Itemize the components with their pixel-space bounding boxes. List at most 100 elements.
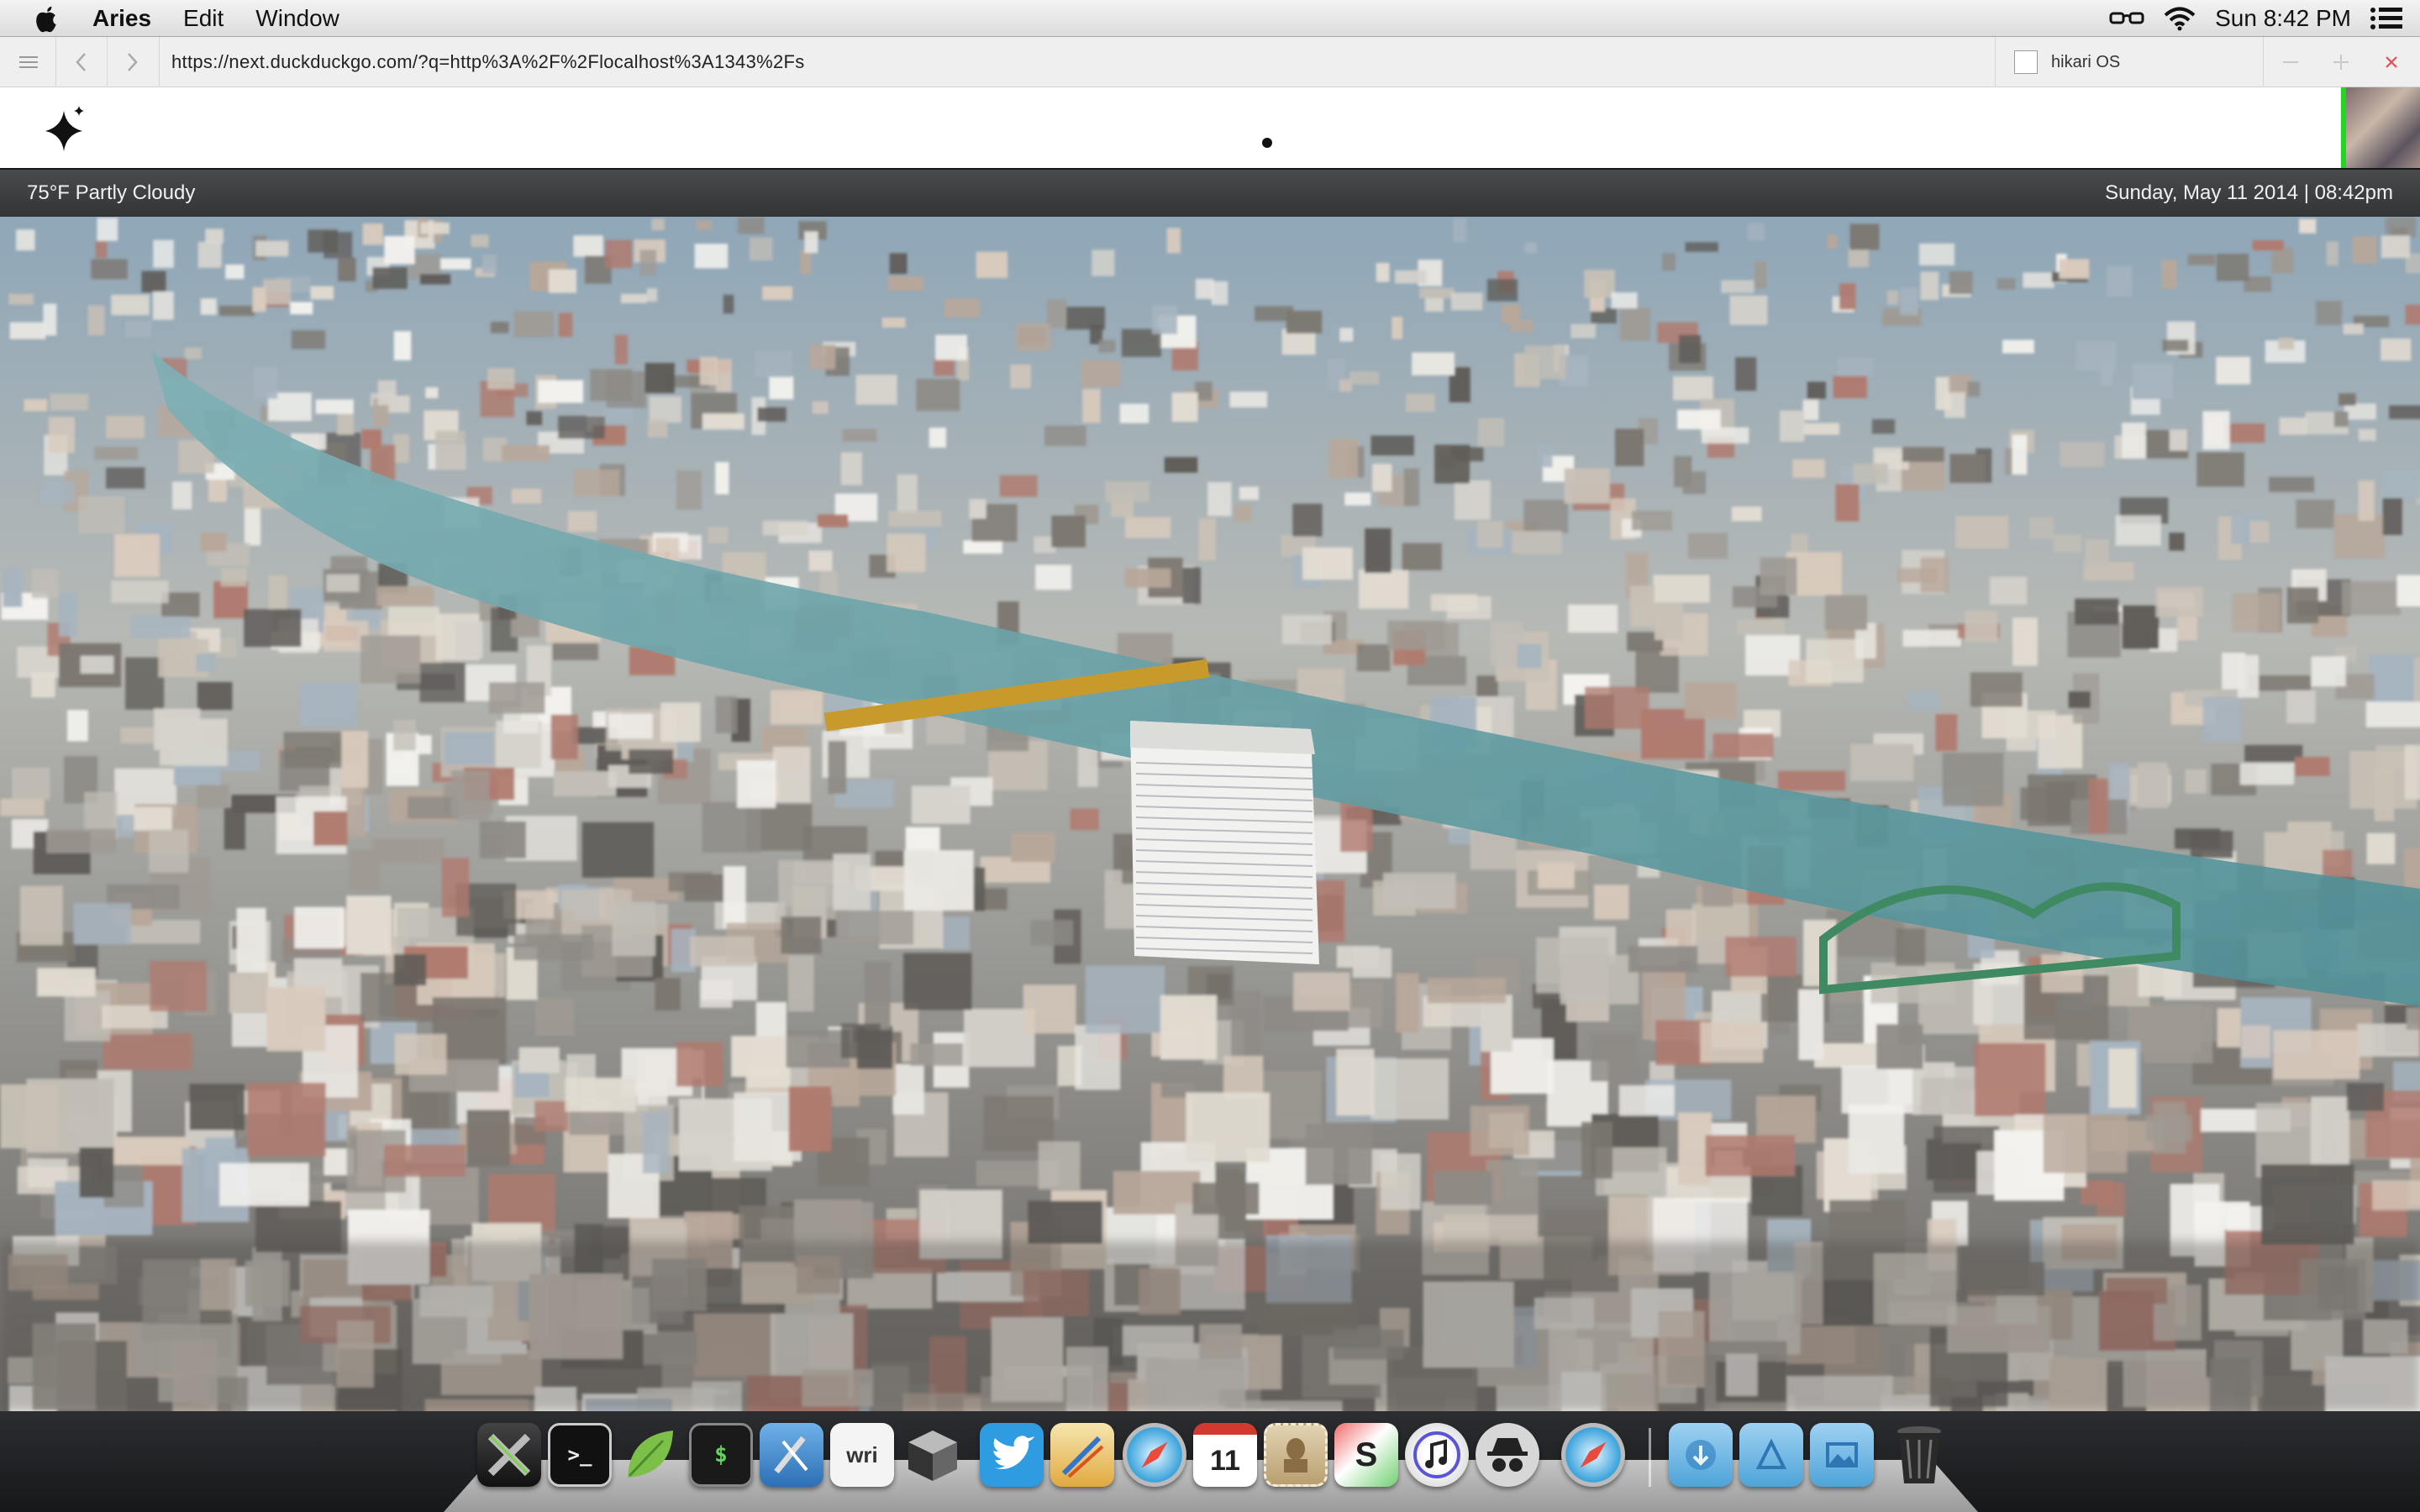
dock-stamp-app[interactable] [1264, 1423, 1328, 1487]
dock-downloads-folder[interactable] [1669, 1423, 1733, 1487]
building-block [1674, 456, 1692, 487]
building-block [0, 1084, 57, 1148]
building-block [1996, 278, 2016, 290]
building-block [94, 447, 139, 460]
window-menu[interactable]: Window [255, 5, 339, 32]
building-block [1370, 1058, 1449, 1120]
dock-applications-folder[interactable] [1739, 1423, 1803, 1487]
forward-button[interactable] [108, 37, 158, 87]
building-block [435, 430, 466, 470]
building-block [455, 621, 483, 659]
building-block [715, 696, 738, 733]
dock-writer[interactable]: wri [830, 1423, 894, 1487]
glasses-icon[interactable] [2109, 10, 2144, 27]
building-block [881, 318, 906, 328]
building-block [999, 475, 1038, 497]
building-block [903, 850, 974, 911]
close-button[interactable] [2366, 37, 2417, 87]
building-block [2216, 254, 2249, 281]
building-block [393, 433, 409, 463]
building-block [205, 228, 224, 244]
building-block [1653, 575, 1710, 603]
sidebar-toggle-button[interactable] [3, 37, 54, 87]
building-block [1655, 603, 1683, 640]
building-block [2271, 247, 2294, 274]
building-block [513, 934, 594, 961]
building-block [769, 375, 794, 400]
building-block [702, 413, 744, 430]
building-block [2224, 423, 2265, 444]
building-block [308, 229, 338, 253]
building-block [106, 467, 145, 489]
building-block [255, 240, 289, 257]
dock-sublime[interactable]: S [1334, 1423, 1398, 1487]
dock-safari-2[interactable] [1561, 1423, 1625, 1487]
x-app-icon [487, 1433, 531, 1477]
building-block [738, 217, 765, 234]
dock-itunes[interactable] [1405, 1423, 1469, 1487]
dock-calendar[interactable]: 11 [1193, 1423, 1257, 1487]
maximize-button[interactable] [2316, 37, 2366, 87]
sparkle-logo-icon[interactable] [40, 104, 91, 155]
building-block [1673, 376, 1713, 401]
building-block [835, 911, 914, 945]
building-block [376, 586, 434, 606]
building-block [2162, 339, 2189, 352]
back-button[interactable] [55, 37, 106, 87]
page-indicator-dot[interactable] [1262, 138, 1272, 148]
building-block [1944, 392, 1965, 418]
building-block [224, 807, 245, 850]
building-block [1568, 604, 1618, 633]
building-block [1807, 381, 1826, 399]
apple-menu-icon[interactable] [32, 3, 60, 34]
building-block [1685, 242, 1718, 252]
url-field[interactable]: https://next.duckduckgo.com/?q=http%3A%2… [171, 37, 805, 87]
building-block [1182, 567, 1201, 604]
building-block [229, 972, 269, 1014]
building-block [1011, 832, 1055, 863]
building-block [441, 858, 470, 917]
dock-cube-app[interactable] [901, 1423, 965, 1487]
building-block [1231, 991, 1261, 1061]
dock-console[interactable]: $ [689, 1423, 753, 1487]
building-block [1229, 391, 1268, 408]
building-block [935, 334, 967, 360]
dock-xcode[interactable] [760, 1423, 823, 1487]
building-block [372, 838, 445, 863]
dock-safari[interactable] [1123, 1423, 1186, 1487]
dock-sketch[interactable] [1050, 1423, 1114, 1487]
building-block [773, 747, 811, 803]
building-block [1477, 521, 1503, 548]
user-avatar-thumbnail[interactable] [2341, 87, 2420, 168]
building-block [833, 853, 871, 911]
edit-menu[interactable]: Edit [183, 5, 224, 32]
building-block [699, 356, 718, 386]
building-block [643, 1111, 669, 1173]
dock-pictures-folder[interactable] [1810, 1423, 1874, 1487]
building-block [362, 223, 383, 245]
dock-x-app[interactable] [477, 1423, 541, 1487]
building-block [757, 407, 786, 422]
dock-leaf-app[interactable] [618, 1423, 682, 1487]
building-block [2286, 587, 2319, 624]
building-block [1336, 1048, 1375, 1116]
dock-incognito[interactable] [1476, 1423, 1539, 1487]
building-block [590, 369, 633, 402]
building-block [425, 387, 439, 399]
building-block [2365, 701, 2420, 727]
wifi-icon[interactable] [2163, 6, 2196, 31]
dock-twitter[interactable] [980, 1423, 1044, 1487]
pictures-folder-icon [1826, 1442, 1858, 1467]
dock-terminal[interactable]: >_ [548, 1423, 612, 1487]
building-block [1838, 358, 1874, 377]
list-menu-icon[interactable] [2370, 6, 2403, 31]
building-block [31, 672, 55, 698]
app-menu[interactable]: Aries [92, 5, 151, 32]
menu-clock[interactable]: Sun 8:42 PM [2215, 5, 2351, 32]
tab-hikari-os[interactable]: hikari OS [1995, 37, 2264, 87]
building-block [2012, 434, 2028, 475]
menu-bar: Aries Edit Window Sun 8:42 PM [0, 0, 2420, 37]
minimize-button[interactable] [2265, 37, 2316, 87]
dock-trash[interactable] [1887, 1423, 1951, 1487]
building-block [393, 720, 416, 751]
